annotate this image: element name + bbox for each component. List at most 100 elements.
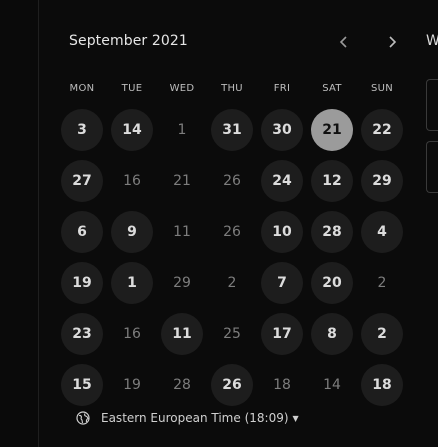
day-cell: 30 — [257, 104, 307, 155]
day-disabled: 1 — [177, 121, 187, 138]
day-available[interactable]: 12 — [311, 159, 353, 202]
day-disabled: 16 — [123, 172, 141, 189]
day-available[interactable]: 30 — [261, 108, 303, 151]
timezone-selector[interactable]: Eastern European Time (18:09) ▼ — [76, 411, 299, 425]
day-cell: 12 — [307, 155, 357, 206]
day-cell: 14 — [307, 359, 357, 410]
weekday-label: TUE — [121, 83, 143, 94]
day-cell: 11 — [157, 206, 207, 257]
day-cell: 19 — [57, 257, 107, 308]
day-cell: 31 — [207, 104, 257, 155]
month-title: September 2021 — [69, 33, 188, 49]
day-available[interactable]: 3 — [61, 108, 103, 151]
day-disabled: 11 — [173, 223, 191, 240]
day-available[interactable]: 2 — [361, 312, 403, 355]
day-cell: 1 — [157, 104, 207, 155]
day-cell: 23 — [57, 308, 107, 359]
day-cell: 7 — [257, 257, 307, 308]
weekday-header-row: MON TUE WED THU FRI SAT SUN — [57, 83, 407, 94]
day-available[interactable]: 29 — [361, 159, 403, 202]
day-cell: 25 — [207, 308, 257, 359]
day-selected[interactable]: 21 — [311, 108, 353, 151]
time-slot-button[interactable] — [426, 79, 438, 131]
caret-down-icon: ▼ — [292, 413, 299, 423]
weekday-label: SUN — [370, 83, 394, 94]
day-available[interactable]: 31 — [211, 108, 253, 151]
weekday-label: SAT — [322, 83, 342, 94]
day-disabled: 26 — [223, 172, 241, 189]
day-available[interactable]: 9 — [111, 210, 153, 253]
day-cell: 3 — [57, 104, 107, 155]
chevron-left-icon — [339, 36, 347, 48]
day-disabled: 26 — [223, 223, 241, 240]
day-cell: 2 — [357, 308, 407, 359]
day-cell: 29 — [357, 155, 407, 206]
day-cell: 4 — [357, 206, 407, 257]
next-month-button[interactable] — [380, 30, 404, 54]
day-available[interactable]: 11 — [161, 312, 203, 355]
day-disabled: 19 — [123, 376, 141, 393]
day-cell: 10 — [257, 206, 307, 257]
day-cell: 18 — [357, 359, 407, 410]
day-available[interactable]: 14 — [111, 108, 153, 151]
day-available[interactable]: 7 — [261, 261, 303, 304]
weekday-label: THU — [221, 83, 243, 94]
day-available[interactable]: 23 — [61, 312, 103, 355]
booking-calendar-page: September 2021 W MON TUE WED THU FRI SAT… — [0, 0, 438, 447]
weekday-label: FRI — [273, 83, 291, 94]
day-disabled: 29 — [173, 274, 191, 291]
day-cell: 19 — [107, 359, 157, 410]
days-grid: 3 14 1 31 30 21 22 27 16 21 26 24 12 29 6 9 11 26 10 28 4 19 1… — [57, 104, 407, 410]
day-disabled: 2 — [227, 274, 237, 291]
previous-month-button[interactable] — [332, 30, 356, 54]
day-available[interactable]: 1 — [111, 261, 153, 304]
day-cell: 9 — [107, 206, 157, 257]
day-cell: 11 — [157, 308, 207, 359]
right-panel-heading: W — [426, 33, 438, 49]
day-available[interactable]: 8 — [311, 312, 353, 355]
day-available[interactable]: 27 — [61, 159, 103, 202]
day-cell: 28 — [307, 206, 357, 257]
weekday-label: WED — [169, 83, 195, 94]
day-cell: 27 — [57, 155, 107, 206]
day-available[interactable]: 17 — [261, 312, 303, 355]
day-disabled: 18 — [273, 376, 291, 393]
day-cell: 16 — [107, 155, 157, 206]
day-available[interactable]: 4 — [361, 210, 403, 253]
time-slot-button[interactable] — [426, 141, 438, 193]
day-available[interactable]: 26 — [211, 363, 253, 406]
day-cell: 26 — [207, 359, 257, 410]
day-disabled: 21 — [173, 172, 191, 189]
day-cell: 26 — [207, 206, 257, 257]
day-disabled: 16 — [123, 325, 141, 342]
day-available[interactable]: 28 — [311, 210, 353, 253]
weekday-label: MON — [69, 83, 95, 94]
day-cell: 22 — [357, 104, 407, 155]
day-available[interactable]: 24 — [261, 159, 303, 202]
day-cell: 20 — [307, 257, 357, 308]
day-cell: 2 — [357, 257, 407, 308]
day-cell: 29 — [157, 257, 207, 308]
day-cell: 24 — [257, 155, 307, 206]
day-cell: 18 — [257, 359, 307, 410]
day-cell: 21 — [307, 104, 357, 155]
day-available[interactable]: 22 — [361, 108, 403, 151]
day-cell: 2 — [207, 257, 257, 308]
chevron-right-icon — [389, 36, 397, 48]
globe-icon — [76, 411, 90, 425]
day-available[interactable]: 6 — [61, 210, 103, 253]
day-available[interactable]: 20 — [311, 261, 353, 304]
day-disabled: 25 — [223, 325, 241, 342]
day-cell: 28 — [157, 359, 207, 410]
day-available[interactable]: 18 — [361, 363, 403, 406]
day-available[interactable]: 10 — [261, 210, 303, 253]
timezone-label: Eastern European Time (18:09) — [101, 411, 289, 425]
left-panel-edge — [0, 0, 39, 447]
day-cell: 1 — [107, 257, 157, 308]
day-disabled: 28 — [173, 376, 191, 393]
day-cell: 6 — [57, 206, 107, 257]
day-available[interactable]: 19 — [61, 261, 103, 304]
day-disabled: 14 — [323, 376, 341, 393]
day-cell: 26 — [207, 155, 257, 206]
day-available[interactable]: 15 — [61, 363, 103, 406]
